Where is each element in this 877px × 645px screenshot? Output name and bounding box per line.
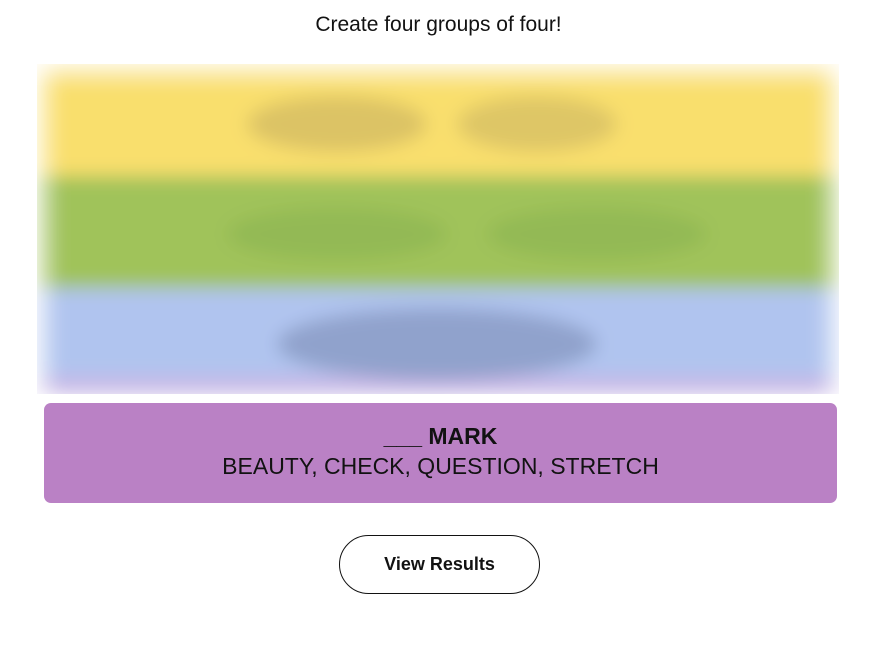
group-category-title: ___ MARK (383, 423, 498, 449)
blur-edge (37, 64, 839, 78)
blur-edge (37, 64, 51, 394)
instructions-text: Create four groups of four! (315, 13, 562, 36)
blur-shape (227, 208, 447, 260)
pixelated-board-image (37, 64, 839, 394)
group-members-list: BEAUTY, CHECK, QUESTION, STRETCH (222, 453, 659, 479)
view-results-button[interactable]: View Results (339, 535, 540, 594)
solved-group-purple: ___ MARK BEAUTY, CHECK, QUESTION, STRETC… (44, 403, 837, 503)
pixelated-puzzle-board (37, 64, 839, 394)
blur-shape (247, 96, 427, 152)
blur-edge (825, 64, 839, 394)
blur-shape (457, 96, 617, 152)
connections-game: Create four groups of four! ___ MARK BEA… (0, 0, 877, 645)
blur-shape (277, 308, 597, 380)
blur-shape (487, 208, 707, 260)
hidden-row-yellow (37, 64, 839, 176)
